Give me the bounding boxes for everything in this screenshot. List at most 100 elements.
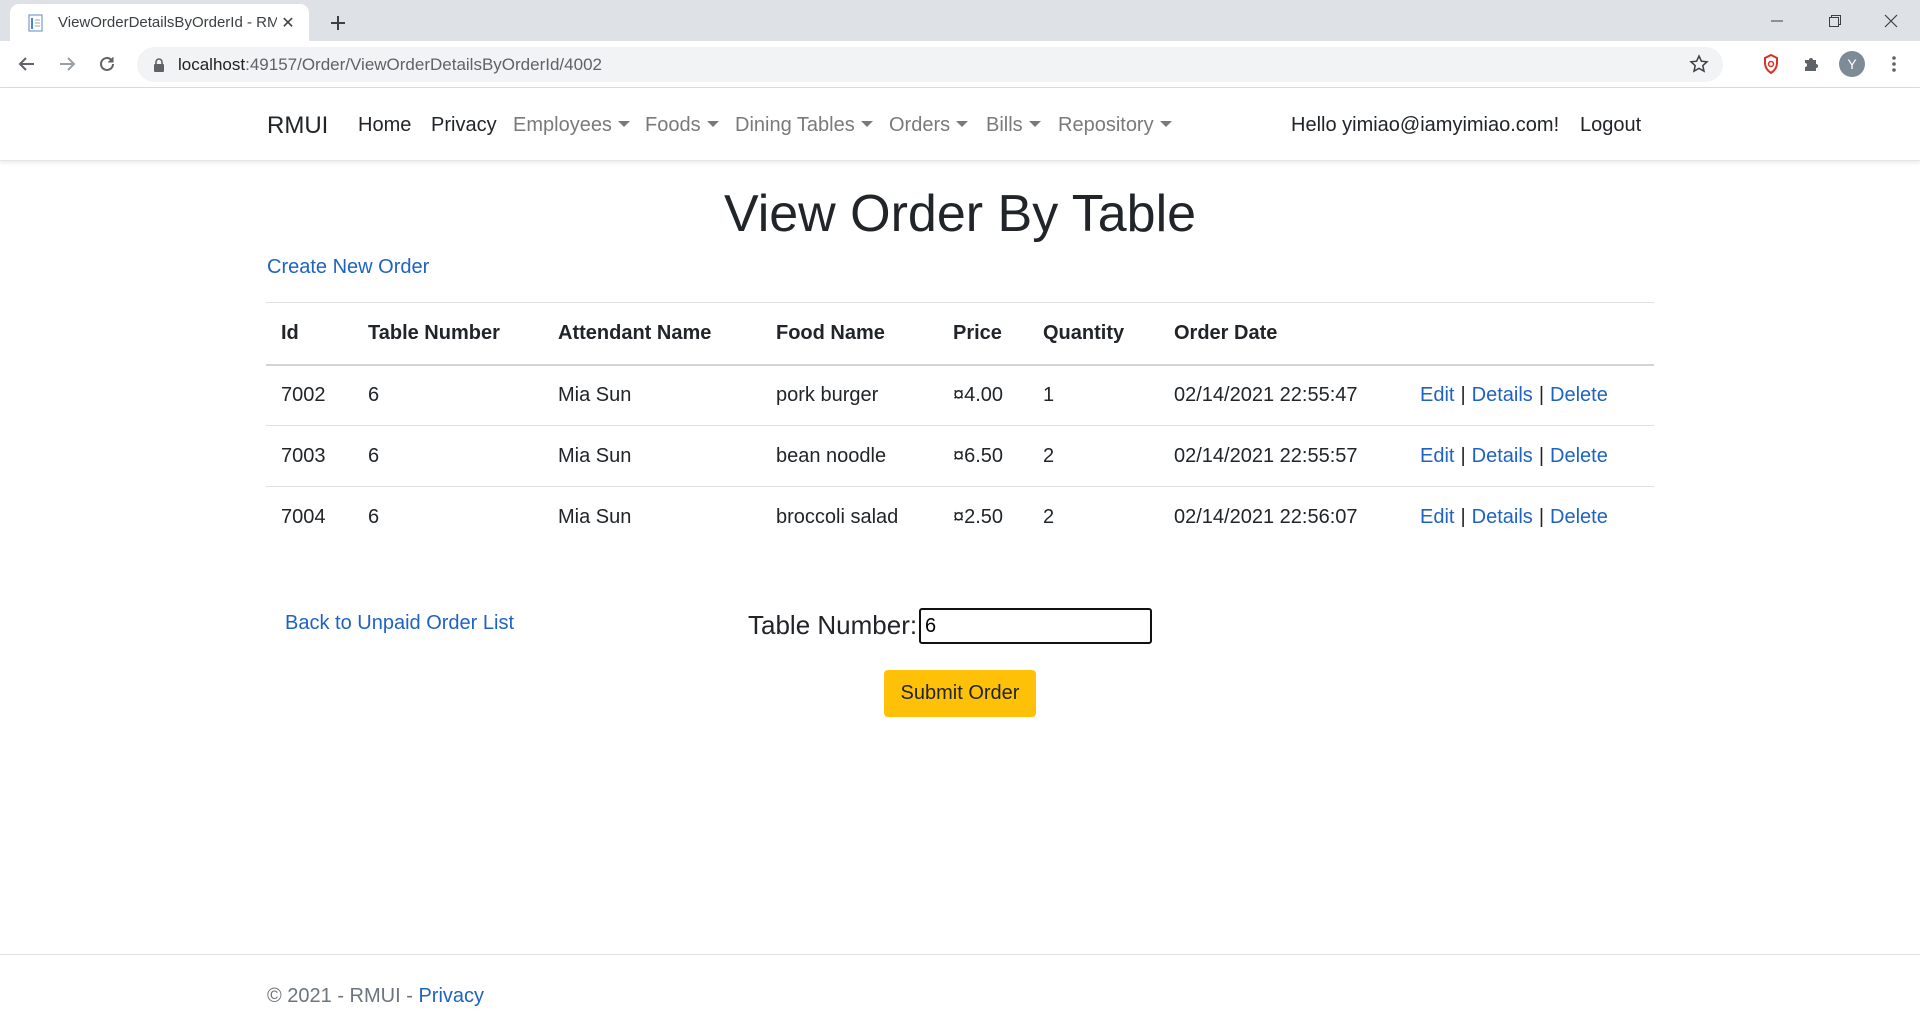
separator: | <box>1538 444 1545 467</box>
cell-price: ¤4.00 <box>938 364 1028 426</box>
nav-repository-dropdown[interactable]: Repository <box>1058 113 1172 137</box>
logout-link[interactable]: Logout <box>1580 113 1641 137</box>
user-greeting[interactable]: Hello yimiao@iamyimiao.com! <box>1291 113 1559 137</box>
caret-down-icon <box>617 121 630 127</box>
cell-id: 7003 <box>266 425 353 487</box>
separator: | <box>1538 383 1545 406</box>
page-title: View Order By Table <box>723 185 1197 243</box>
nav-orders-dropdown[interactable]: Orders <box>889 113 969 137</box>
nav-dining-tables-dropdown[interactable]: Dining Tables <box>735 113 873 137</box>
table-number-input[interactable] <box>919 608 1152 644</box>
reload-icon[interactable] <box>93 50 121 78</box>
back-to-unpaid-orders-link[interactable]: Back to Unpaid Order List <box>285 612 514 635</box>
site-navbar: RMUI Home Privacy Employees Foods Dining… <box>0 88 1920 161</box>
footer-privacy-link[interactable]: Privacy <box>418 985 484 1007</box>
delete-link[interactable]: Delete <box>1550 445 1608 467</box>
lock-icon <box>151 57 167 73</box>
cell-attendant: Mia Sun <box>543 425 761 487</box>
caret-down-icon <box>956 121 969 127</box>
nav-employees-dropdown[interactable]: Employees <box>513 113 630 137</box>
cell-attendant: Mia Sun <box>543 364 761 426</box>
column-header: Table Number <box>353 302 543 366</box>
edit-link[interactable]: Edit <box>1420 445 1454 467</box>
orders-table: Id Table Number Attendant Name Food Name… <box>266 302 1654 548</box>
table-row: 7003 6 Mia Sun bean noodle ¤6.50 2 02/14… <box>266 425 1654 487</box>
cell-price: ¤2.50 <box>953 505 1004 528</box>
separator: | <box>1538 505 1545 528</box>
forward-arrow-icon[interactable] <box>53 50 81 78</box>
submit-order-button[interactable]: Submit Order <box>884 670 1036 717</box>
url-text: localhost:49157/Order/ViewOrderDetailsBy… <box>178 54 602 74</box>
column-header: Attendant Name <box>543 302 761 366</box>
caret-down-icon <box>860 121 873 127</box>
cell-food: broccoli salad <box>776 505 899 528</box>
actions-header <box>1405 302 1654 366</box>
nav-foods-dropdown[interactable]: Foods <box>645 113 719 137</box>
cell-food: pork burger <box>761 364 938 426</box>
extensions-puzzle-icon[interactable] <box>1797 50 1825 78</box>
cell-quantity: 2 <box>1028 425 1159 487</box>
new-tab-icon[interactable] <box>324 9 352 37</box>
bookmark-star-icon[interactable] <box>1687 52 1711 76</box>
nav-bills-dropdown[interactable]: Bills <box>986 113 1041 137</box>
cell-order-date: 02/14/2021 22:55:47 <box>1159 364 1405 426</box>
cell-table-number: 6 <box>368 505 380 528</box>
brand-link[interactable]: RMUI <box>267 112 328 140</box>
footer: © 2021 - RMUI - Privacy <box>0 954 1920 1030</box>
cell-attendant: Mia Sun <box>558 505 632 528</box>
details-link[interactable]: Details <box>1472 384 1533 406</box>
delete-link[interactable]: Delete <box>1550 384 1608 406</box>
extension-shield-icon[interactable] <box>1757 50 1785 78</box>
cell-actions: Edit | Details | Delete <box>1405 487 1654 548</box>
column-header: Food Name <box>761 302 938 366</box>
details-link[interactable]: Details <box>1472 506 1533 528</box>
cell-price: ¤6.50 <box>938 425 1028 487</box>
edit-link[interactable]: Edit <box>1420 384 1454 406</box>
table-header-row: Id Table Number Attendant Name Food Name… <box>266 302 1654 366</box>
column-header: Order Date <box>1159 302 1405 366</box>
separator: | <box>1460 444 1466 467</box>
cell-table-number: 6 <box>353 364 543 426</box>
browser-toolbar: localhost:49157/Order/ViewOrderDetailsBy… <box>0 41 1920 88</box>
address-bar[interactable]: localhost:49157/Order/ViewOrderDetailsBy… <box>137 47 1723 82</box>
page-icon <box>26 13 46 33</box>
nav-home[interactable]: Home <box>358 113 411 137</box>
table-number-label: Table Number: <box>748 610 918 640</box>
cell-quantity: 1 <box>1028 364 1159 426</box>
cell-table-number: 6 <box>353 425 543 487</box>
cell-id: 7002 <box>266 364 353 426</box>
restore-icon[interactable] <box>1806 0 1864 41</box>
delete-link[interactable]: Delete <box>1550 506 1608 528</box>
cell-actions: Edit | Details | Delete <box>1405 425 1654 487</box>
details-link[interactable]: Details <box>1472 445 1533 467</box>
separator: | <box>1460 383 1466 406</box>
separator: | <box>1460 505 1466 528</box>
table-row: 7002 6 Mia Sun pork burger ¤4.00 1 02/14… <box>266 364 1654 426</box>
edit-link[interactable]: Edit <box>1420 506 1454 528</box>
tab-title: ViewOrderDetailsByOrderId - RMUI <box>58 14 277 31</box>
caret-down-icon <box>706 121 719 127</box>
minimize-icon[interactable] <box>1748 0 1806 41</box>
column-header: Quantity <box>1028 302 1159 366</box>
browser-tab[interactable]: ViewOrderDetailsByOrderId - RMUI ✕ <box>10 4 309 41</box>
column-header: Price <box>938 302 1028 366</box>
cell-order-date: 02/14/2021 22:55:57 <box>1159 425 1405 487</box>
browser-tab-strip: ViewOrderDetailsByOrderId - RMUI ✕ <box>0 0 1920 41</box>
cell-food: bean noodle <box>761 425 938 487</box>
caret-down-icon <box>1028 121 1041 127</box>
create-new-order-link[interactable]: Create New Order <box>267 256 429 279</box>
close-window-icon[interactable] <box>1862 0 1920 41</box>
cell-quantity: 2 <box>1043 505 1055 528</box>
caret-down-icon <box>1159 121 1172 127</box>
close-tab-icon[interactable]: ✕ <box>277 12 299 34</box>
footer-text: © 2021 - RMUI - Privacy <box>267 985 485 1007</box>
cell-id: 7004 <box>281 505 326 528</box>
kebab-menu-icon[interactable] <box>1880 50 1908 78</box>
back-arrow-icon[interactable] <box>13 50 41 78</box>
cell-order-date: 02/14/2021 22:56:07 <box>1174 505 1358 528</box>
nav-privacy[interactable]: Privacy <box>431 113 497 137</box>
column-header: Id <box>266 302 353 366</box>
profile-avatar[interactable]: Y <box>1839 51 1865 77</box>
cell-actions: Edit | Details | Delete <box>1405 364 1654 426</box>
table-row: 7004 6 Mia Sun broccoli salad ¤2.50 2 02… <box>266 487 1654 548</box>
